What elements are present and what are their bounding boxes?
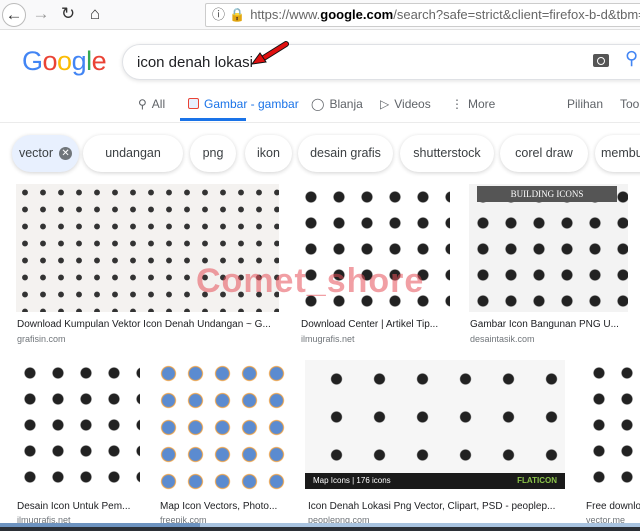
result-image[interactable] [585, 360, 640, 495]
chip-shutterstock[interactable]: shutterstock [400, 135, 494, 172]
chip-png[interactable]: png [190, 135, 236, 172]
tab-images[interactable]: Gambar - gambar [188, 97, 299, 111]
tab-label: All [151, 97, 166, 111]
play-icon: ▷ [380, 97, 390, 111]
watermark: Comet_shore [196, 262, 425, 300]
result-image[interactable] [469, 184, 628, 312]
chip-label: shutterstock [413, 146, 481, 160]
reload-button[interactable]: ↻ [56, 3, 80, 27]
more-vert-icon: ⋮ [451, 97, 463, 111]
camera-icon[interactable] [593, 54, 609, 67]
chip-label: vector [18, 146, 54, 160]
url-domain: google.com [320, 7, 394, 22]
search-icon: ⚲ [138, 97, 147, 111]
result-caption[interactable]: Free downlo [586, 501, 640, 512]
chip-corel-draw[interactable]: corel draw [500, 135, 588, 172]
tab-all[interactable]: ⚲ All [138, 97, 165, 111]
tab-more[interactable]: ⋮ More [451, 97, 495, 111]
google-logo[interactable]: Google [22, 46, 107, 77]
tab-label: Gambar - gambar [204, 97, 299, 111]
flaticon-logo: FLATICON [517, 476, 557, 485]
chip-membu[interactable]: membu [595, 135, 640, 172]
result-source[interactable]: ilmugrafis.net [301, 334, 355, 344]
tab-tools[interactable]: Tools [620, 97, 640, 111]
result-caption[interactable]: Download Center | Artikel Tip... [301, 319, 451, 330]
result-caption[interactable]: Map Icon Vectors, Photo... [160, 501, 285, 512]
tab-pilihan[interactable]: Pilihan [567, 97, 603, 111]
active-tab-indicator [180, 118, 246, 121]
image-footer-bar: Map Icons | 176 icons FLATICON [305, 473, 565, 489]
chip-vector[interactable]: vector ✕ [12, 135, 79, 172]
browser-toolbar: ← → ↻ ⌂ ⓘ 🔒 https://www.google.com/search?… [0, 0, 640, 30]
image-icon [188, 98, 199, 109]
chip-label: desain grafis [310, 146, 381, 160]
url-rest: /search?safe=strict&client=firefox-b-d&t… [393, 7, 640, 22]
chip-label: corel draw [515, 146, 573, 160]
tab-label: Pilihan [567, 97, 604, 111]
info-icon[interactable]: ⓘ [212, 7, 225, 22]
home-button[interactable]: ⌂ [83, 3, 107, 27]
taskbar [0, 527, 640, 531]
result-image[interactable] [155, 360, 288, 495]
chip-ikon[interactable]: ikon [245, 135, 292, 172]
result-image[interactable] [305, 360, 565, 489]
chip-label: ikon [257, 146, 280, 160]
tab-label: Blanja [329, 97, 363, 111]
tab-label: More [468, 97, 496, 111]
divider [0, 122, 640, 123]
search-input[interactable]: icon denah lokasi [137, 54, 253, 71]
image-title-text: BUILDING ICONS [477, 186, 617, 202]
search-box[interactable]: icon denah lokasi [122, 44, 640, 80]
chip-label: png [202, 146, 224, 160]
result-caption[interactable]: Gambar Icon Bangunan PNG U... [470, 319, 630, 330]
result-source[interactable]: grafisin.com [17, 334, 66, 344]
back-button[interactable]: ← [2, 3, 26, 27]
tab-shopping[interactable]: ◯ Blanja [311, 97, 363, 111]
red-arrow-annotation [250, 41, 289, 65]
search-icon[interactable]: ⚲ [625, 48, 638, 69]
tab-label: Tools [620, 97, 640, 111]
lock-icon: 🔒 [229, 7, 246, 22]
forward-button[interactable]: → [29, 3, 53, 27]
result-caption[interactable]: Download Kumpulan Vektor Icon Denah Unda… [17, 319, 279, 330]
tab-videos[interactable]: ▷ Videos [380, 97, 431, 111]
url-bar[interactable]: ⓘ 🔒 https://www.google.com/search?safe=str… [205, 3, 640, 27]
result-caption[interactable]: Icon Denah Lokasi Png Vector, Clipart, P… [308, 501, 563, 512]
chip-label: undangan [105, 146, 161, 160]
tab-label: Videos [394, 97, 431, 111]
result-image[interactable] [16, 360, 140, 495]
chip-label: membu [601, 146, 640, 160]
chip-undangan[interactable]: undangan [83, 135, 183, 172]
result-caption[interactable]: Desain Icon Untuk Pem... [17, 501, 142, 512]
image-footer-text: Map Icons | 176 icons [313, 476, 391, 485]
chip-desain-grafis[interactable]: desain grafis [298, 135, 393, 172]
result-source[interactable]: desaintasik.com [470, 334, 535, 344]
url-prefix: https://www. [250, 7, 321, 22]
tag-icon: ◯ [311, 97, 325, 111]
close-icon[interactable]: ✕ [59, 147, 73, 161]
